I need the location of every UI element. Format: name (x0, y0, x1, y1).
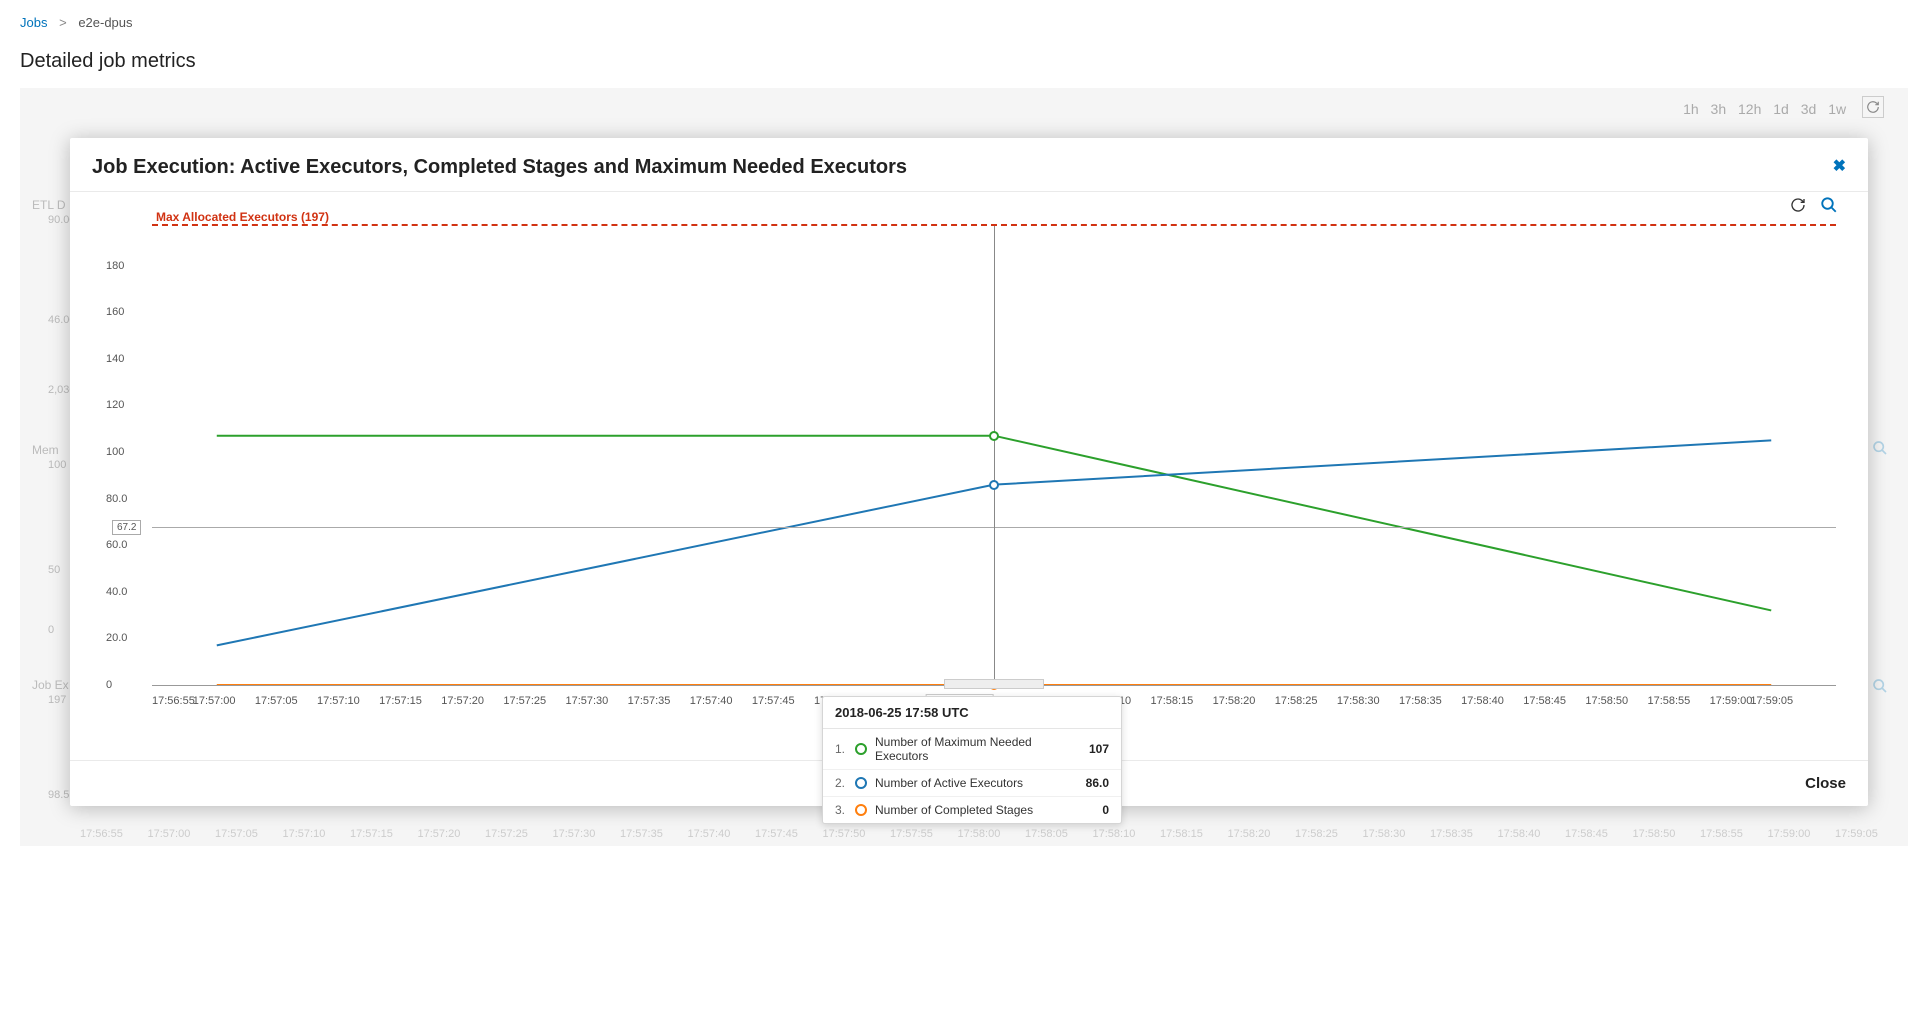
page-title: Detailed job metrics (20, 50, 1908, 73)
x-axis-tick: 17:57:40 (690, 695, 733, 707)
series-swatch-icon (855, 743, 867, 755)
zoom-icon[interactable] (1872, 440, 1888, 461)
y-axis-tick: 80.0 (106, 493, 127, 505)
x-axis-tick: 17:56:55 (152, 695, 195, 707)
x-axis-tick: 17:57:45 (752, 695, 795, 707)
tooltip-series-label: Number of Completed Stages (875, 803, 1094, 817)
series-swatch-icon (855, 777, 867, 789)
time-scrubber[interactable] (944, 679, 1044, 689)
breadcrumb: Jobs > e2e-dpus (20, 10, 1908, 40)
y-axis-tick: 100 (106, 446, 124, 458)
range-1d[interactable]: 1d (1773, 101, 1789, 117)
modal-title: Job Execution: Active Executors, Complet… (92, 156, 907, 179)
y-axis-tick: 40.0 (106, 586, 127, 598)
chart-modal: Job Execution: Active Executors, Complet… (70, 138, 1868, 806)
tooltip-series-label: Number of Active Executors (875, 776, 1078, 790)
x-axis-tick: 17:57:20 (441, 695, 484, 707)
x-axis-tick: 17:58:25 (1275, 695, 1318, 707)
background-x-axis: 17:56:5517:57:0017:57:0517:57:1017:57:15… (80, 828, 1878, 840)
series-marker (989, 480, 999, 490)
tooltip-index: 3. (835, 803, 847, 817)
range-3h[interactable]: 3h (1711, 101, 1727, 117)
x-axis-tick: 17:57:05 (255, 695, 298, 707)
chart-tooltip: 2018-06-25 17:58 UTC 1. Number of Maximum… (822, 696, 1122, 824)
background-metric-label: Mem (32, 443, 59, 457)
tooltip-row: 3. Number of Completed Stages 0 (823, 797, 1121, 823)
background-metric-value: 197 (48, 694, 66, 706)
breadcrumb-current: e2e-dpus (78, 15, 132, 30)
y-axis-tick: 20.0 (106, 632, 127, 644)
breadcrumb-separator: > (59, 15, 67, 30)
breadcrumb-root-link[interactable]: Jobs (20, 15, 47, 30)
tooltip-index: 2. (835, 776, 847, 790)
background-metric-label: Job Ex (32, 678, 69, 692)
tooltip-series-label: Number of Maximum Needed Executors (875, 735, 1081, 763)
y-axis-tick: 140 (106, 353, 124, 365)
x-axis-tick: 17:58:35 (1399, 695, 1442, 707)
x-axis-tick: 17:57:30 (565, 695, 608, 707)
tooltip-series-value: 86.0 (1086, 776, 1109, 790)
cursor-line (994, 226, 995, 685)
series-marker (989, 431, 999, 441)
tooltip-index: 1. (835, 742, 847, 756)
x-axis-tick: 17:58:45 (1523, 695, 1566, 707)
chart-refresh-icon[interactable] (1790, 197, 1806, 218)
tooltip-series-value: 107 (1089, 742, 1109, 756)
x-axis-tick: 17:57:00 (193, 695, 236, 707)
close-button[interactable]: Close (1805, 775, 1846, 792)
tooltip-row: 1. Number of Maximum Needed Executors 107 (823, 729, 1121, 770)
x-axis-tick: 17:58:55 (1647, 695, 1690, 707)
y-axis-tick: 160 (106, 306, 124, 318)
range-1h[interactable]: 1h (1683, 101, 1699, 117)
background-metric-value: 98.5 (48, 789, 69, 801)
x-axis-tick: 17:58:15 (1150, 695, 1193, 707)
x-axis-tick: 17:58:20 (1213, 695, 1256, 707)
series-swatch-icon (855, 804, 867, 816)
chart-plot[interactable]: 020.040.060.080.0100120140160180Max Allo… (92, 216, 1846, 756)
x-axis-tick: 17:57:10 (317, 695, 360, 707)
reference-line-badge: 67.2 (112, 520, 141, 535)
y-axis-tick: 0 (106, 679, 112, 691)
tooltip-header: 2018-06-25 17:58 UTC (823, 697, 1121, 729)
y-axis-tick: 120 (106, 399, 124, 411)
range-1w[interactable]: 1w (1828, 101, 1846, 117)
tooltip-series-value: 0 (1102, 803, 1109, 817)
metrics-panel: 1h 3h 12h 1d 3d 1w ETL D90.0046.002,030M… (20, 88, 1908, 846)
max-allocated-label: Max Allocated Executors (197) (156, 210, 329, 224)
x-axis-tick: 17:59:00 (1710, 695, 1753, 707)
x-axis-tick: 17:58:30 (1337, 695, 1380, 707)
range-12h[interactable]: 12h (1738, 101, 1761, 117)
x-axis-tick: 17:57:15 (379, 695, 422, 707)
y-axis-tick: 180 (106, 260, 124, 272)
x-axis-tick: 17:58:50 (1585, 695, 1628, 707)
y-axis-tick: 60.0 (106, 539, 127, 551)
x-axis-tick: 17:59:05 (1750, 695, 1793, 707)
modal-close-icon[interactable]: ✖ (1833, 156, 1846, 176)
timerange-toolbar: 1h 3h 12h 1d 3d 1w (1679, 96, 1888, 118)
background-metric-value: 100 (48, 459, 66, 471)
x-axis-tick: 17:57:35 (628, 695, 671, 707)
background-metric-value: 50 (48, 564, 60, 576)
background-metric-label: ETL D (32, 198, 66, 212)
tooltip-row: 2. Number of Active Executors 86.0 (823, 770, 1121, 797)
refresh-icon[interactable] (1862, 96, 1884, 118)
background-metric-value: 0 (48, 624, 54, 636)
range-3d[interactable]: 3d (1801, 101, 1817, 117)
x-axis-tick: 17:57:25 (503, 695, 546, 707)
zoom-icon[interactable] (1872, 678, 1888, 699)
x-axis-tick: 17:58:40 (1461, 695, 1504, 707)
